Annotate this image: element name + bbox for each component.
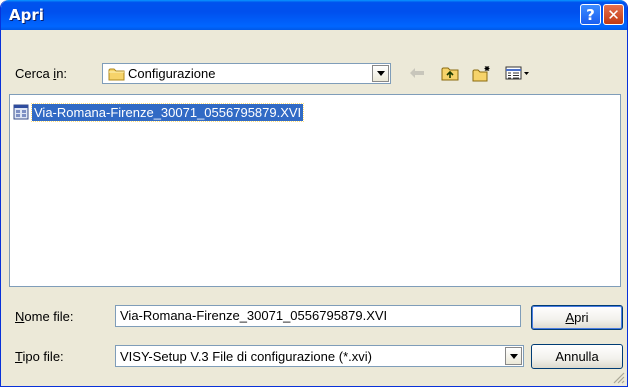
open-button[interactable]: Apri (531, 305, 623, 330)
file-list[interactable]: Via-Romana-Firenze_30071_0556795879.XVI (9, 94, 621, 287)
folder-icon (108, 67, 125, 84)
new-folder-icon (472, 65, 490, 81)
close-icon: ✕ (607, 5, 620, 24)
back-arrow-icon (410, 68, 424, 78)
filename-input[interactable]: Via-Romana-Firenze_30071_0556795879.XVI (115, 305, 521, 327)
view-menu-icon (505, 66, 529, 80)
xvi-file-icon (13, 104, 29, 120)
file-name: Via-Romana-Firenze_30071_0556795879.XVI (30, 102, 305, 122)
lookin-combo[interactable]: Configurazione (102, 63, 391, 84)
back-button[interactable] (406, 62, 428, 84)
up-folder-button[interactable] (439, 62, 461, 84)
filetype-label: Tipo file: (15, 349, 64, 364)
window-title: Apri (9, 6, 44, 24)
open-button-label: Apri (565, 310, 589, 325)
help-icon: ? (586, 5, 595, 24)
up-folder-icon (441, 67, 459, 81)
lookin-label: Cerca in: (15, 66, 68, 81)
filetype-combo[interactable]: VISY-Setup V.3 File di configurazione (*… (115, 345, 524, 367)
cancel-button[interactable]: Annulla (531, 344, 623, 369)
chevron-down-icon (376, 71, 385, 76)
title-bar[interactable]: Apri ? ✕ (1, 0, 627, 30)
lookin-value: Configurazione (128, 66, 216, 81)
lookin-dropdown-button[interactable] (372, 65, 389, 82)
close-button[interactable]: ✕ (603, 4, 624, 25)
new-folder-button[interactable] (471, 62, 493, 84)
filename-label: Nome file: (15, 309, 74, 324)
open-dialog: Apri ? ✕ Cerca in: Configurazione Via-Ro… (0, 0, 628, 387)
filetype-dropdown-button[interactable] (505, 347, 522, 365)
help-button[interactable]: ? (580, 4, 601, 25)
filetype-value: VISY-Setup V.3 File di configurazione (*… (120, 349, 372, 364)
chevron-down-icon (509, 353, 518, 359)
file-item[interactable]: Via-Romana-Firenze_30071_0556795879.XVI (13, 102, 305, 122)
view-menu-button[interactable] (503, 62, 533, 84)
resize-grip-icon[interactable] (613, 372, 625, 384)
